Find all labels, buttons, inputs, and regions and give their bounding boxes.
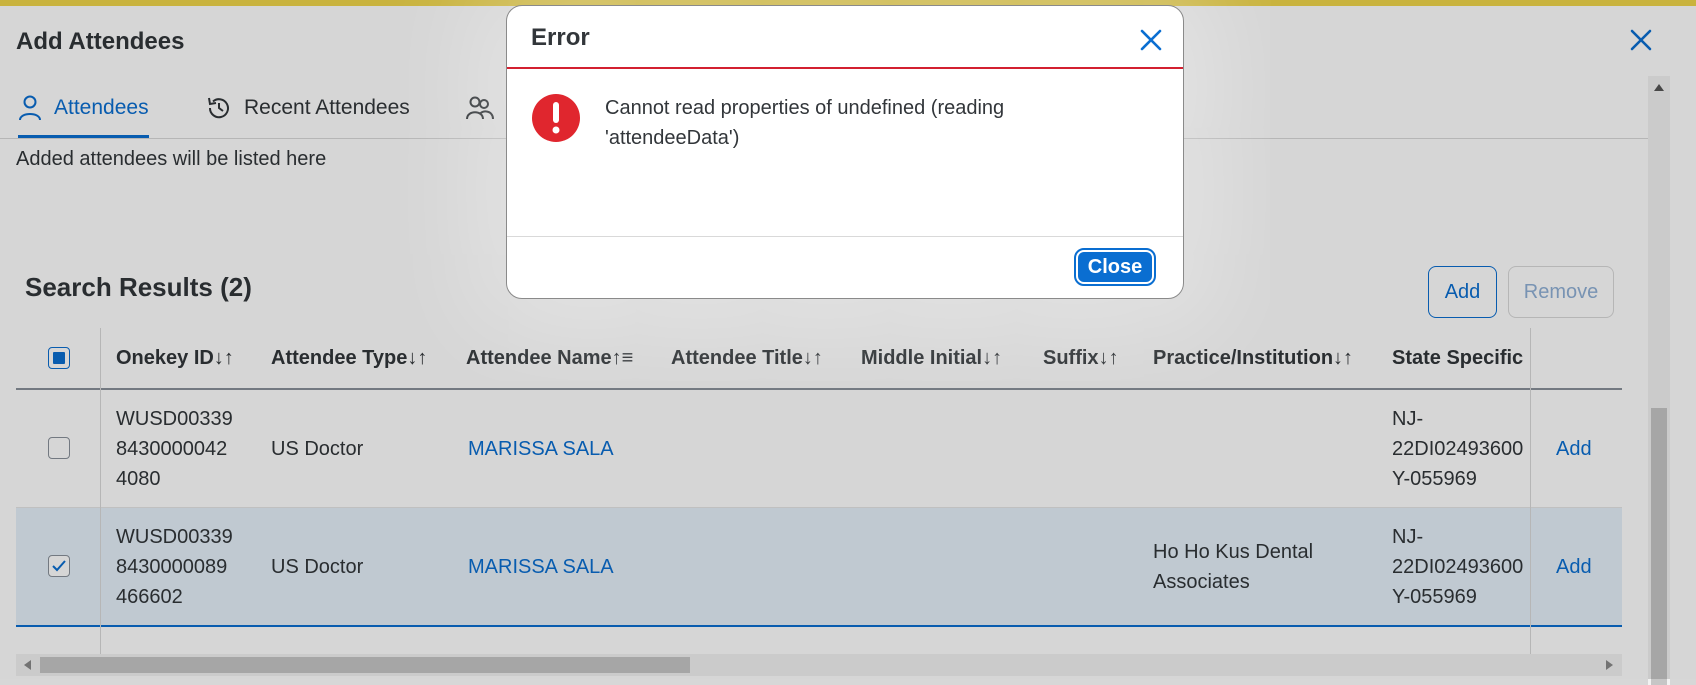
close-icon[interactable] (1135, 24, 1167, 56)
error-dialog: Error Cannot read properties of undefine… (506, 5, 1184, 299)
error-divider (507, 67, 1183, 69)
error-icon (532, 94, 580, 142)
footer-divider (507, 236, 1183, 237)
error-dialog-title: Error (531, 24, 590, 51)
error-message: Cannot read properties of undefined (rea… (605, 97, 1005, 149)
close-button[interactable]: Close (1074, 248, 1156, 286)
